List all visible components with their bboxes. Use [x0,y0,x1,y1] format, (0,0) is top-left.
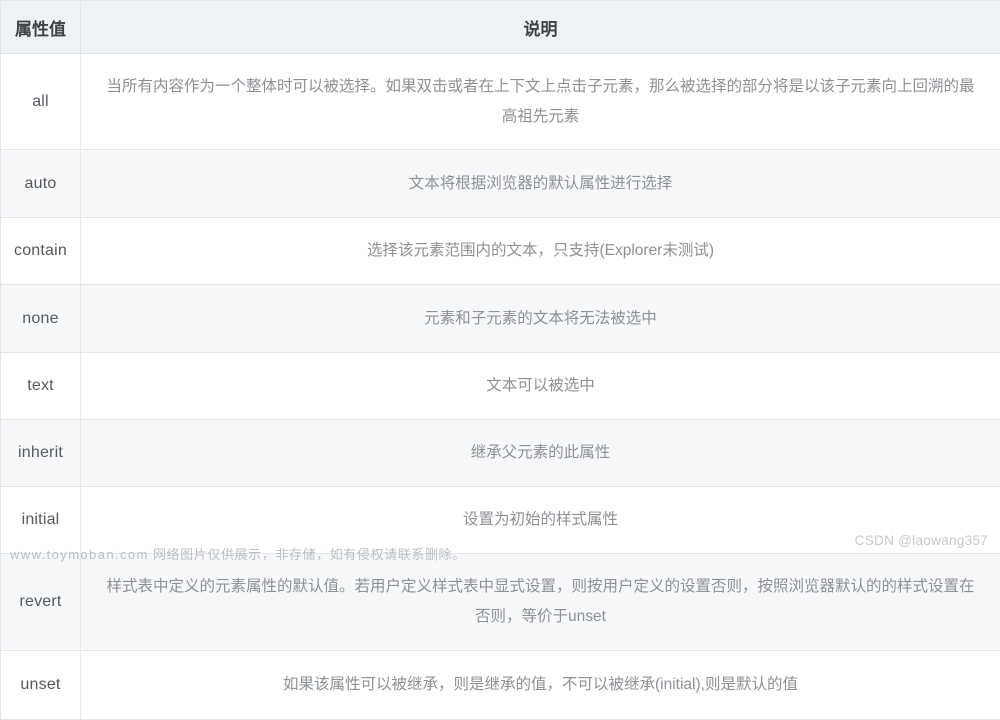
table-row: none 元素和子元素的文本将无法被选中 [1,285,1000,353]
cell-attribute-value: auto [1,150,81,218]
cell-attribute-value: contain [1,218,81,285]
table-row: all 当所有内容作为一个整体时可以被选择。如果双击或者在上下文上点击子元素，那… [1,54,1000,150]
cell-description: 继承父元素的此属性 [81,420,1000,487]
table-row: auto 文本将根据浏览器的默认属性进行选择 [1,150,1000,218]
column-header-attribute-value: 属性值 [1,1,81,54]
cell-attribute-value: all [1,54,81,150]
table-row: unset 如果该属性可以被继承，则是继承的值，不可以被继承(initial),… [1,651,1000,720]
cell-attribute-value: revert [1,554,81,651]
table-row: initial 设置为初始的样式属性 [1,487,1000,554]
cell-description: 文本将根据浏览器的默认属性进行选择 [81,150,1000,218]
table-header-row: 属性值 说明 [1,1,1000,54]
cell-description: 样式表中定义的元素属性的默认值。若用户定义样式表中显式设置，则按用户定义的设置否… [81,554,1000,651]
table-row: contain 选择该元素范围内的文本，只支持(Explorer未测试) [1,218,1000,285]
cell-attribute-value: text [1,353,81,420]
cell-description: 如果该属性可以被继承，则是继承的值，不可以被继承(initial),则是默认的值 [81,651,1000,720]
cell-attribute-value: unset [1,651,81,720]
cell-description: 设置为初始的样式属性 [81,487,1000,554]
user-select-values-table: 属性值 说明 all 当所有内容作为一个整体时可以被选择。如果双击或者在上下文上… [0,0,1000,720]
table-body: all 当所有内容作为一个整体时可以被选择。如果双击或者在上下文上点击子元素，那… [1,54,1000,720]
cell-description: 选择该元素范围内的文本，只支持(Explorer未测试) [81,218,1000,285]
cell-description: 元素和子元素的文本将无法被选中 [81,285,1000,353]
table-row: text 文本可以被选中 [1,353,1000,420]
cell-description: 当所有内容作为一个整体时可以被选择。如果双击或者在上下文上点击子元素，那么被选择… [81,54,1000,150]
cell-attribute-value: initial [1,487,81,554]
cell-attribute-value: none [1,285,81,353]
table-row: inherit 继承父元素的此属性 [1,420,1000,487]
column-header-description: 说明 [81,1,1000,54]
cell-description: 文本可以被选中 [81,353,1000,420]
cell-attribute-value: inherit [1,420,81,487]
table-header: 属性值 说明 [1,1,1000,54]
table-row: revert 样式表中定义的元素属性的默认值。若用户定义样式表中显式设置，则按用… [1,554,1000,651]
attribute-value-table-page: 属性值 说明 all 当所有内容作为一个整体时可以被选择。如果双击或者在上下文上… [0,0,1000,566]
